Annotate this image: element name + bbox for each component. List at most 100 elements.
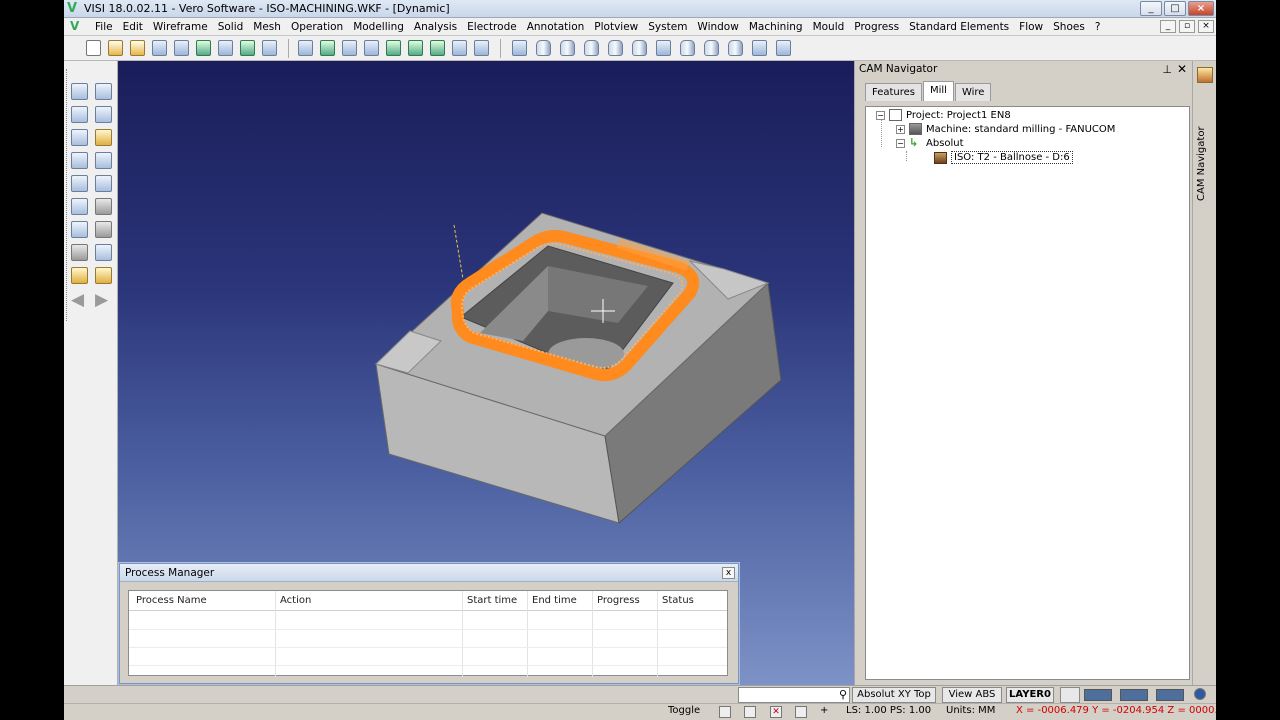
export-icon[interactable] [218, 40, 233, 56]
layers-icon[interactable] [752, 40, 767, 56]
command-search-input[interactable]: ⚲ [738, 687, 850, 703]
new-file-icon[interactable] [86, 40, 101, 56]
collapse-icon[interactable]: − [876, 110, 885, 120]
color-swatch-1[interactable] [1084, 689, 1112, 701]
col-start-time[interactable]: Start time [467, 595, 517, 606]
col-action[interactable]: Action [280, 595, 311, 606]
cam-surface-icon[interactable] [452, 40, 467, 56]
menu-window[interactable]: Window [692, 20, 743, 34]
help-query-icon[interactable] [71, 221, 88, 238]
menu-file[interactable]: File [90, 20, 118, 34]
cam-tool-icon[interactable] [298, 40, 313, 56]
menu-standard-elements[interactable]: Standard Elements [904, 20, 1014, 34]
process-table[interactable]: Process Name Action Start time End time … [128, 590, 728, 677]
col-status[interactable]: Status [662, 595, 694, 606]
expand-icon[interactable]: + [896, 124, 905, 134]
cam-drill-icon[interactable] [430, 40, 445, 56]
menu-mesh[interactable]: Mesh [248, 20, 286, 34]
pan-icon[interactable] [95, 83, 112, 100]
globe-icon[interactable] [1194, 688, 1206, 700]
model-icon[interactable] [776, 40, 791, 56]
undo-icon[interactable] [95, 244, 112, 261]
menu-system[interactable]: System [643, 20, 692, 34]
cam-plane-icon[interactable] [474, 40, 489, 56]
color-swatch-2[interactable] [1120, 689, 1148, 701]
print-icon[interactable] [174, 40, 189, 56]
cam-roughing-icon[interactable] [320, 40, 335, 56]
edit-icon[interactable] [95, 152, 112, 169]
menu-machining[interactable]: Machining [744, 20, 808, 34]
document-logo-icon[interactable]: V [70, 19, 79, 33]
view-mode-button[interactable]: Absolut XY Top [852, 687, 936, 703]
toggle-label[interactable]: Toggle [668, 705, 700, 716]
restore-button[interactable]: □ [1164, 1, 1186, 16]
process-manager-close-button[interactable]: x [722, 567, 735, 579]
refresh-icon[interactable] [512, 40, 527, 56]
cam-pocket-icon[interactable] [408, 40, 423, 56]
orbit-icon[interactable] [71, 152, 88, 169]
menu-annotation[interactable]: Annotation [522, 20, 590, 34]
tree-machine[interactable]: + Machine: standard milling - FANUCOM [896, 123, 1115, 135]
menu-modelling[interactable]: Modelling [348, 20, 409, 34]
cam-navigator-side-tab[interactable]: CAM Navigator [1192, 61, 1216, 685]
hidden-view-icon[interactable] [632, 40, 647, 56]
grid-icon[interactable] [719, 706, 731, 718]
record-icon[interactable] [795, 706, 807, 718]
cancel-icon[interactable]: ✕ [770, 706, 782, 718]
redraw-icon[interactable] [71, 198, 88, 215]
doc-minimize-button[interactable]: _ [1160, 20, 1176, 33]
wire-view-icon[interactable] [608, 40, 623, 56]
process-manager-titlebar[interactable]: Process Manager x [120, 564, 738, 582]
col-progress[interactable]: Progress [597, 595, 640, 606]
menu-edit[interactable]: Edit [118, 20, 148, 34]
solid-box-icon[interactable] [95, 198, 112, 215]
plus-icon[interactable]: + [820, 705, 828, 716]
tab-wire[interactable]: Wire [954, 83, 992, 101]
tree-operation[interactable]: ISO: T2 - Ballnose - D:6 [934, 151, 1073, 164]
arrow-right-icon[interactable]: ▶ [95, 292, 108, 309]
select-box-icon[interactable] [71, 106, 88, 123]
menu-help[interactable]: ? [1090, 20, 1106, 34]
col-process-name[interactable]: Process Name [136, 595, 207, 606]
properties-icon[interactable] [71, 267, 88, 284]
open-recent-icon[interactable] [130, 40, 145, 56]
zoom-all-icon[interactable] [240, 40, 255, 56]
view-rotate-icon[interactable] [71, 129, 88, 146]
zoom-window-icon[interactable] [71, 83, 88, 100]
toolbar-grip[interactable] [66, 69, 69, 321]
import-icon[interactable] [196, 40, 211, 56]
col-end-time[interactable]: End time [532, 595, 577, 606]
trash-view-icon[interactable] [728, 40, 743, 56]
menu-wireframe[interactable]: Wireframe [148, 20, 213, 34]
measure-icon[interactable] [71, 175, 88, 192]
cam-navigator-close-icon[interactable]: ✕ [1177, 62, 1187, 76]
tab-features[interactable]: Features [865, 83, 922, 101]
layout-icon[interactable] [262, 40, 277, 56]
pin-icon[interactable]: ⊥ [1162, 63, 1172, 76]
cam-finishing-icon[interactable] [342, 40, 357, 56]
attribute-button[interactable] [1060, 687, 1080, 703]
tab-mill[interactable]: Mill [923, 81, 954, 101]
color-swatch-3[interactable] [1156, 689, 1184, 701]
tree-axis[interactable]: − ↳ Absolut [896, 137, 964, 149]
cam-magnet-icon[interactable] [364, 40, 379, 56]
isometric-view-icon[interactable] [656, 40, 671, 56]
sticky-note-icon[interactable] [95, 129, 112, 146]
plane-icon[interactable] [95, 175, 112, 192]
notes-icon[interactable] [95, 267, 112, 284]
dimension-icon[interactable] [95, 221, 112, 238]
view-abs-button[interactable]: View ABS [942, 687, 1002, 703]
snap-icon[interactable] [744, 706, 756, 718]
menu-flow[interactable]: Flow [1014, 20, 1048, 34]
menu-electrode[interactable]: Electrode [462, 20, 522, 34]
close-button[interactable]: × [1188, 1, 1214, 16]
arrow-left-icon[interactable]: ◀ [71, 292, 84, 309]
menu-shoes[interactable]: Shoes [1048, 20, 1090, 34]
menu-progress[interactable]: Progress [849, 20, 904, 34]
doc-restore-button[interactable]: ▫ [1179, 20, 1195, 33]
menu-analysis[interactable]: Analysis [409, 20, 462, 34]
menu-plotview[interactable]: Plotview [589, 20, 643, 34]
stock-view-icon[interactable] [560, 40, 575, 56]
cam-tree[interactable]: − Project: Project1 EN8 + Machine: stand… [865, 106, 1190, 680]
save-icon[interactable] [152, 40, 167, 56]
